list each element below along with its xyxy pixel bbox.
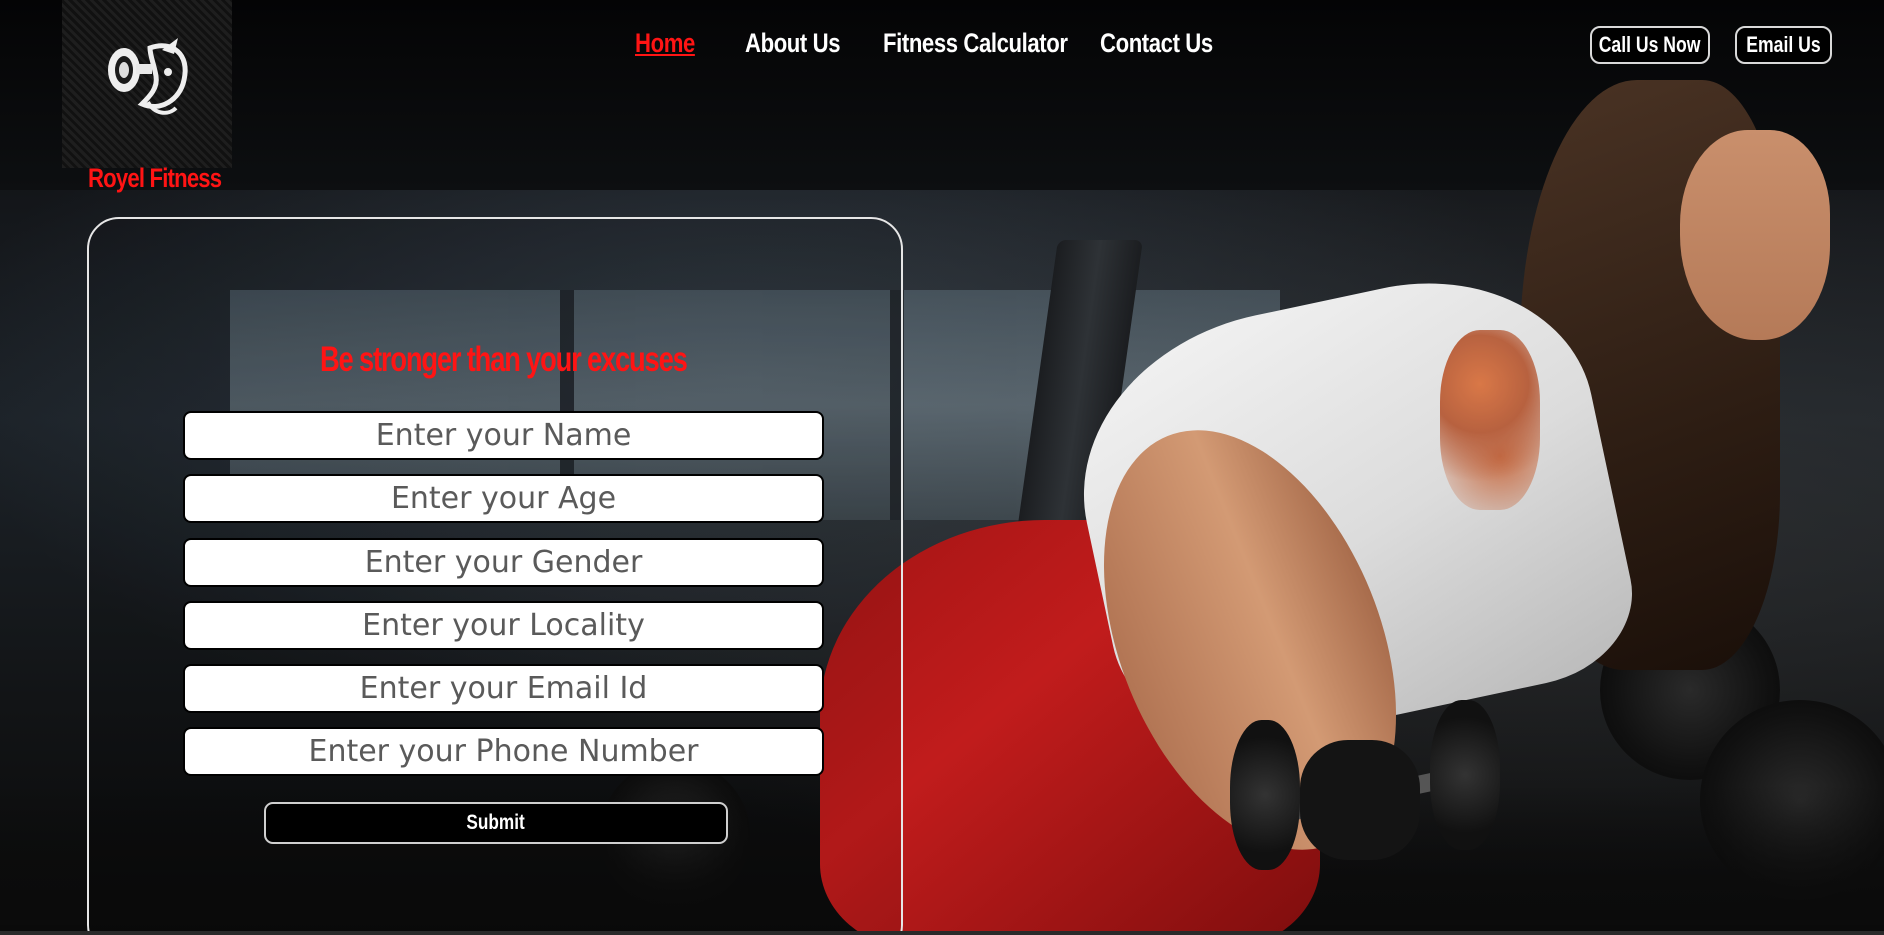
nav-item-about-us[interactable]: About Us — [745, 28, 858, 59]
locality-field[interactable] — [183, 601, 824, 650]
name-field[interactable] — [183, 411, 824, 460]
call-us-button-label: Call Us Now — [1599, 32, 1701, 57]
nav-item-fitness-calculator[interactable]: Fitness Calculator — [883, 28, 1068, 59]
submit-button[interactable]: Submit — [264, 802, 728, 844]
nav-item-contact-us[interactable]: Contact Us — [1100, 28, 1213, 59]
form-tagline: Be stronger than your excuses — [320, 340, 688, 379]
submit-button-label: Submit — [466, 811, 526, 834]
hero-figure-glove — [1300, 740, 1420, 860]
brand-name: Royel Fitness — [88, 163, 222, 193]
bottom-bar — [0, 931, 1884, 935]
hero-figure-tattoo — [1440, 330, 1540, 510]
email-us-button[interactable]: Email Us — [1735, 26, 1832, 64]
nav-item-home[interactable]: Home — [635, 28, 725, 59]
email-us-button-label: Email Us — [1746, 32, 1821, 57]
main-nav: Home About Us Fitness Calculator Contact… — [635, 28, 1220, 59]
page: Royel Fitness Home About Us Fitness Calc… — [0, 0, 1884, 935]
call-us-button[interactable]: Call Us Now — [1590, 26, 1710, 64]
hero-figure-face — [1680, 130, 1830, 340]
logo[interactable] — [62, 0, 232, 168]
gender-field[interactable] — [183, 538, 824, 587]
email-field[interactable] — [183, 664, 824, 713]
age-field[interactable] — [183, 474, 824, 523]
phone-field[interactable] — [183, 727, 824, 776]
dumbbell-face-logo-icon — [108, 38, 188, 115]
